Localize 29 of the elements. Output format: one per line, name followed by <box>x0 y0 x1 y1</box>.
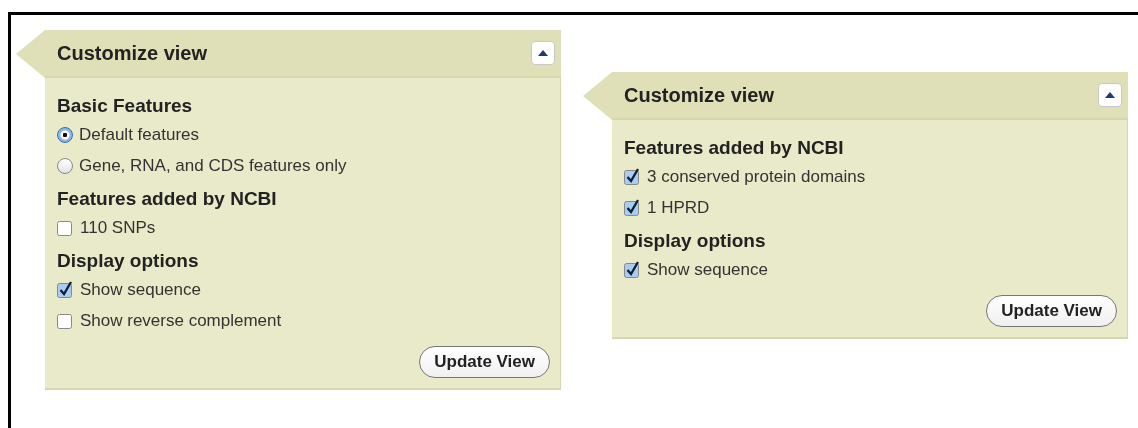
caret-icon <box>538 50 548 56</box>
option-label: 1 HPRD <box>647 197 710 218</box>
radio-button[interactable] <box>57 157 73 174</box>
section-heading: Features added by NCBI <box>624 136 845 160</box>
checkbox[interactable] <box>624 168 641 185</box>
option-label: Show sequence <box>80 279 201 300</box>
option-label: Show reverse complement <box>80 310 282 331</box>
section-heading: Features added by NCBI <box>57 187 278 211</box>
option-label: Gene, RNA, and CDS features only <box>79 155 347 176</box>
checkbox[interactable] <box>57 219 74 236</box>
checkbox[interactable] <box>57 312 74 329</box>
checkbox[interactable] <box>624 261 641 278</box>
section-heading: Display options <box>57 249 200 273</box>
option-label: 110 SNPs <box>80 217 156 238</box>
panel-title: Customize view <box>57 41 208 65</box>
section-heading: Display options <box>624 229 767 253</box>
checkbox[interactable] <box>624 199 641 216</box>
option-label: Show sequence <box>647 259 768 280</box>
collapse-button[interactable] <box>1098 83 1122 107</box>
radio-button[interactable] <box>57 126 73 143</box>
panel-title: Customize view <box>624 83 775 107</box>
update-view-button[interactable]: Update View <box>419 346 550 378</box>
option-label: 3 conserved protein domains <box>647 166 866 187</box>
caret-icon <box>1105 92 1115 98</box>
checkbox[interactable] <box>57 281 74 298</box>
section-heading: Basic Features <box>57 94 194 118</box>
update-view-button[interactable]: Update View <box>986 295 1117 327</box>
option-label: Default features <box>79 124 199 145</box>
collapse-button[interactable] <box>531 41 555 65</box>
